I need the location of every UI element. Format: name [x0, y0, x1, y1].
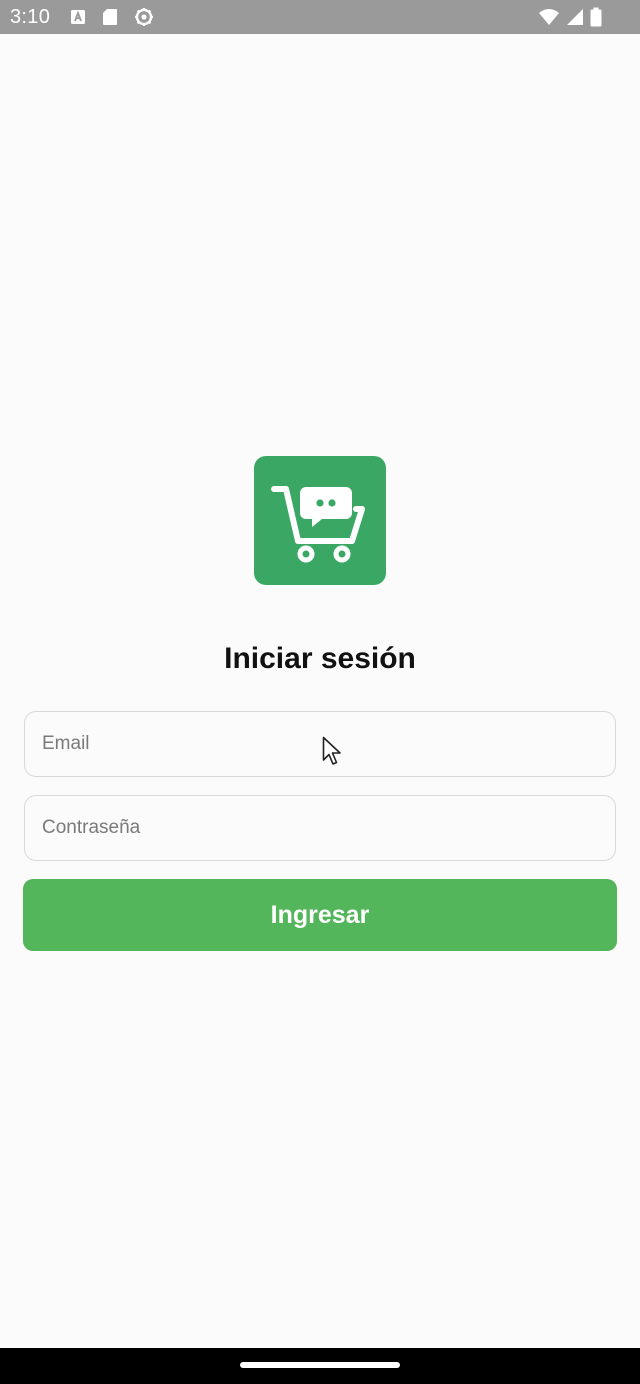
- sd-card-icon: [102, 8, 118, 26]
- status-system-icons: [538, 7, 602, 27]
- shopping-cart-chat-icon: [271, 485, 365, 562]
- a-notification-icon: [70, 9, 86, 25]
- password-field[interactable]: [24, 795, 616, 861]
- status-bar: 3:10: [0, 0, 640, 34]
- app-logo: [254, 456, 386, 585]
- wifi-icon: [538, 8, 560, 26]
- signal-icon: [566, 8, 584, 26]
- navigation-bar: [0, 1348, 640, 1384]
- email-field[interactable]: [24, 711, 616, 777]
- battery-icon: [590, 7, 602, 27]
- login-screen: Iniciar sesión Ingresar: [0, 34, 640, 1348]
- status-time: 3:10: [10, 5, 51, 28]
- login-button[interactable]: Ingresar: [23, 879, 617, 951]
- status-notification-icons: [70, 7, 154, 27]
- page-title: Iniciar sesión: [224, 642, 416, 675]
- settings-gear-icon: [134, 7, 154, 27]
- home-gesture-handle[interactable]: [240, 1362, 400, 1368]
